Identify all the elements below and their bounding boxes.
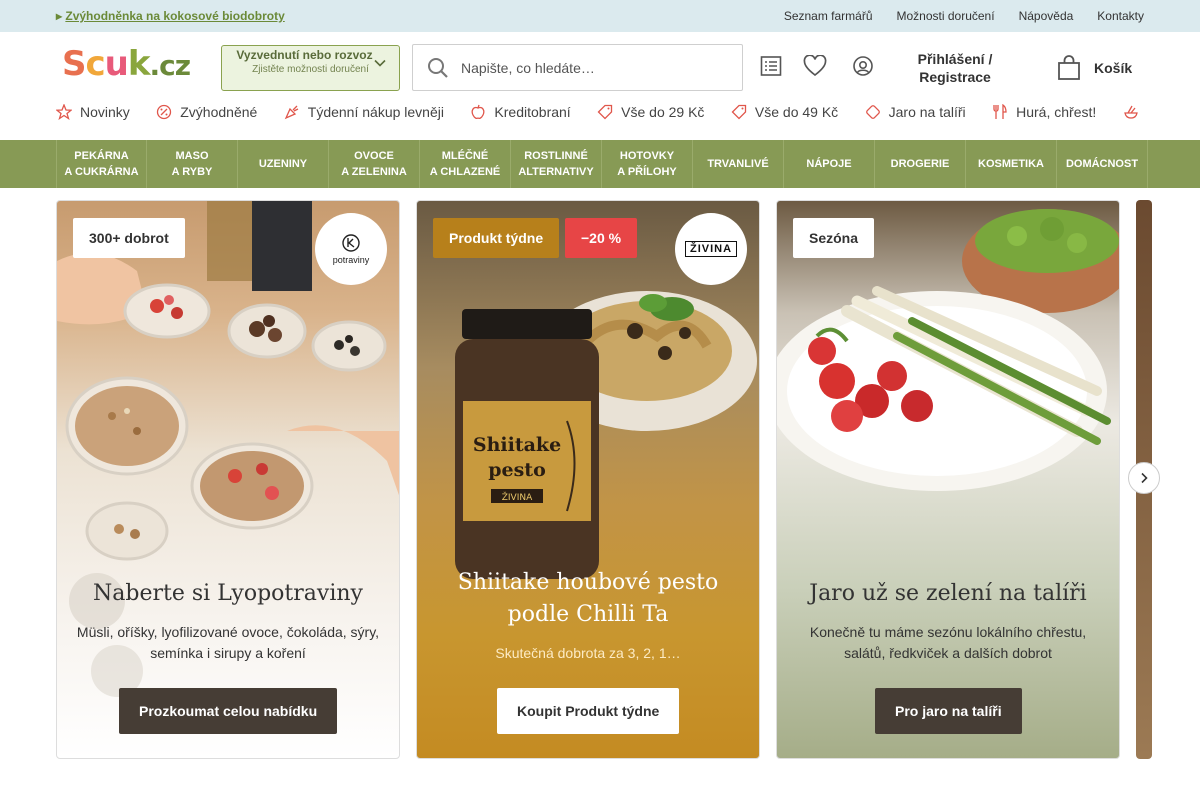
quick-link-jaro[interactable]: Jaro na talíři: [865, 104, 966, 120]
category-maso[interactable]: MASO A RYBY: [147, 140, 238, 188]
top-bar: ▸ Zvýhodněnka na kokosové biodobroty Sez…: [0, 0, 1200, 32]
brand-name: ŽIVINA: [684, 241, 738, 257]
user-icon[interactable]: [852, 55, 874, 77]
category-mlecne[interactable]: MLÉČNÉ A CHLAZENÉ: [420, 140, 511, 188]
category-uzeniny[interactable]: UZENINY: [238, 140, 329, 188]
quick-link-sa[interactable]: Sá: [1123, 104, 1144, 120]
top-link-help[interactable]: Nápověda: [1019, 9, 1074, 23]
quick-link-do-49[interactable]: Vše do 49 Kč: [731, 104, 838, 120]
login-register-link[interactable]: Přihlášení / Registrace: [900, 50, 1010, 86]
quick-link-label: Týdenní nákup levněji: [307, 104, 444, 120]
promo-card-lyopotraviny[interactable]: 300+ dobrot potraviny Naberte si Lyopotr…: [56, 200, 400, 759]
promo-card-product-of-week[interactable]: Shiitake pesto ŽIVINA Produkt týdne −20 …: [416, 200, 760, 759]
card-subtitle: Skutečná dobrota za 3, 2, 1…: [495, 645, 681, 661]
badge-product-of-week: Produkt týdne: [433, 218, 560, 258]
quick-link-kreditobrani[interactable]: Kreditobraní: [470, 104, 571, 120]
quick-link-do-29[interactable]: Vše do 29 Kč: [597, 104, 704, 120]
badge-discount: −20 %: [565, 218, 638, 258]
buy-product-of-week-button[interactable]: Koupit Produkt týdne: [497, 688, 680, 734]
apple-icon: [472, 104, 485, 120]
quick-link-label: Vše do 29 Kč: [621, 104, 705, 120]
top-links: Seznam farmářů Možnosti doručení Nápověd…: [784, 9, 1144, 23]
price-tag-icon: [731, 104, 747, 120]
badge-dobrot: 300+ dobrot: [73, 218, 185, 258]
quick-link-label: Vše do 49 Kč: [754, 104, 839, 120]
search-box[interactable]: [412, 44, 743, 91]
card-title: Shiitake houbové pesto podle Chilli Ta: [457, 570, 719, 627]
chevron-down-icon: [374, 59, 386, 67]
top-link-farmers[interactable]: Seznam farmářů: [784, 9, 873, 23]
spring-plate-button[interactable]: Pro jaro na talíři: [875, 688, 1022, 734]
promo-card-spring[interactable]: Sezóna Jaro už se zelení na talíři Koneč…: [776, 200, 1120, 759]
brand-logo-potraviny: potraviny: [315, 213, 387, 285]
list-icon[interactable]: [760, 55, 782, 77]
jar-label-line2: pesto: [488, 459, 546, 481]
card-subtitle: Konečně tu máme sezónu lokálního chřestu…: [809, 624, 1087, 661]
category-hotovky[interactable]: HOTOVKY A PŘÍLOHY: [602, 140, 693, 188]
price-tag-icon: [597, 104, 613, 120]
carousel-next-button[interactable]: [1128, 462, 1160, 494]
asparagus-photo: [777, 209, 1119, 491]
quick-links: Novinky Zvýhodněné Týdenní nákup levněji…: [56, 104, 1144, 128]
delivery-selector[interactable]: Vyzvednutí nebo rozvoz Zjistěte možnosti…: [221, 45, 400, 91]
badge-season: Sezóna: [793, 218, 875, 258]
quick-link-tydenni[interactable]: Týdenní nákup levněji: [284, 104, 444, 120]
search-icon: [428, 58, 448, 78]
quick-link-zvyhodnene[interactable]: Zvýhodněné: [156, 104, 257, 120]
cart-button[interactable]: Košík: [1056, 55, 1132, 81]
jar-brand-text: ŽIVINA: [502, 491, 533, 503]
search-input[interactable]: [461, 57, 731, 79]
brand-name: potraviny: [332, 255, 370, 265]
quick-link-novinky[interactable]: Novinky: [56, 104, 130, 120]
chevron-right-icon: [1141, 472, 1148, 484]
brand-logo-zivina: ŽIVINA: [675, 213, 747, 285]
quick-link-label: Novinky: [80, 104, 130, 120]
category-napoje[interactable]: NÁPOJE: [784, 140, 875, 188]
top-link-delivery[interactable]: Možnosti doručení: [897, 9, 995, 23]
promo-text[interactable]: Zvýhodněnka na kokosové biodobroty: [65, 9, 284, 23]
promo-link[interactable]: ▸ Zvýhodněnka na kokosové biodobroty: [56, 9, 285, 23]
discount-icon: [157, 104, 172, 120]
quick-link-label: Jaro na talíři: [888, 104, 966, 120]
star-icon: [56, 104, 72, 120]
category-drogerie[interactable]: DROGERIE: [875, 140, 966, 188]
leaf-icon: ▸: [56, 9, 63, 23]
card-subtitle: Müsli, oříšky, lyofilizované ovoce, čoko…: [76, 624, 380, 661]
top-link-contacts[interactable]: Kontakty: [1097, 9, 1144, 23]
category-pekarna[interactable]: PEKÁRNA A CUKRÁRNA: [56, 140, 147, 188]
category-trvanlive[interactable]: TRVANLIVÉ: [693, 140, 784, 188]
salad-icon: [1123, 105, 1138, 119]
tag-icon: [865, 105, 880, 119]
quick-link-label: Hurá, chřest!: [1016, 104, 1097, 120]
card-title: Naberte si Lyopotraviny: [93, 581, 363, 606]
cart-label: Košík: [1094, 60, 1133, 76]
carrot-icon: [284, 105, 299, 120]
explore-offer-button[interactable]: Prozkoumat celou nabídku: [119, 688, 338, 734]
quick-link-label: Zvýhodněné: [180, 104, 258, 120]
category-domacnost[interactable]: DOMÁCNOST: [1057, 140, 1148, 188]
bag-icon: [1058, 55, 1080, 80]
category-kosmetika[interactable]: KOSMETIKA: [966, 140, 1057, 188]
brand-mark-icon: [342, 234, 360, 252]
category-nav: PEKÁRNA A CUKRÁRNA MASO A RYBY UZENINY O…: [0, 140, 1200, 188]
quick-link-chrest[interactable]: Hurá, chřest!: [992, 104, 1096, 120]
category-ovoce[interactable]: OVOCE A ZELENINA: [329, 140, 420, 188]
cutlery-icon: [993, 104, 1007, 119]
quick-link-label: Kreditobraní: [494, 104, 571, 120]
jar-label-line1: Shiitake: [473, 434, 561, 456]
category-rostlinne[interactable]: ROSTLINNÉ ALTERNATIVY: [511, 140, 602, 188]
heart-icon[interactable]: [803, 55, 827, 77]
card-title: Jaro už se zelení na talíři: [809, 581, 1087, 606]
logo[interactable]: Scuk.cz: [62, 44, 191, 84]
